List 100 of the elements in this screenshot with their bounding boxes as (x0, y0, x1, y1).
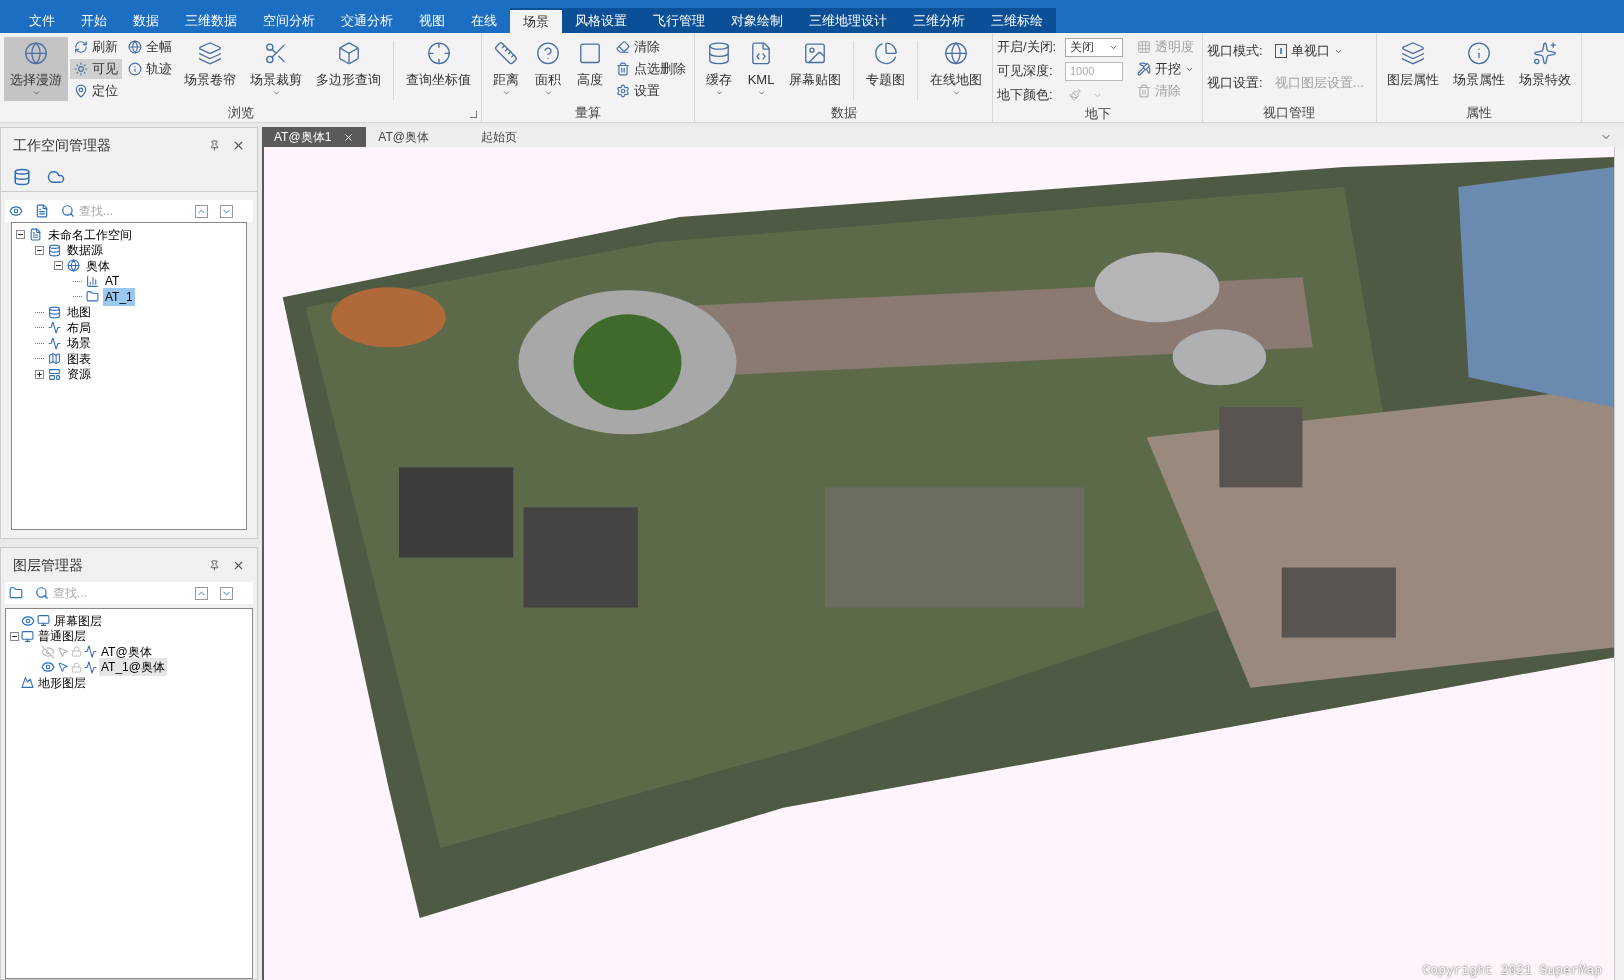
ribbon-small-button[interactable]: 刷新 (70, 37, 122, 57)
ribbon-button[interactable]: 距离 (486, 37, 526, 101)
layer-item[interactable]: 屏幕图层 (52, 611, 104, 630)
ribbon-button[interactable]: 选择漫游 (4, 37, 68, 101)
menu-tab[interactable]: 在线 (458, 8, 510, 33)
expander-icon[interactable] (35, 245, 44, 255)
ribbon-button[interactable]: 面积 (528, 37, 568, 101)
ribbon-button[interactable]: 多边形查询 (310, 37, 387, 101)
workspace-tab-icon[interactable] (13, 167, 31, 186)
add-folder-icon[interactable] (9, 586, 23, 600)
layer-item[interactable]: 普通图层 (36, 627, 88, 646)
move-up-button[interactable] (195, 586, 208, 600)
ribbon-button[interactable]: KML (741, 37, 781, 101)
ribbon-button[interactable]: 场景裁剪 (244, 37, 308, 101)
ribbon-button[interactable]: 专题图 (860, 37, 911, 101)
move-up-button[interactable] (195, 204, 208, 218)
eye-icon[interactable] (41, 660, 55, 675)
expander-icon[interactable] (35, 369, 44, 379)
dialog-launcher-icon[interactable] (470, 111, 477, 118)
menu-tab[interactable]: 文件 (16, 8, 68, 33)
node-icon (48, 305, 61, 319)
ribbon-button[interactable]: 图层属性 (1380, 37, 1445, 101)
ribbon-button[interactable]: 场景属性 (1446, 37, 1511, 101)
tool-icon (74, 62, 88, 76)
layer-icon (21, 676, 34, 690)
expander-icon[interactable] (54, 261, 63, 271)
layer-item[interactable]: AT@奥体 (99, 642, 154, 661)
ribbon-button[interactable]: 查询坐标值 (400, 37, 477, 101)
move-down-button[interactable] (220, 204, 233, 218)
view-icon[interactable] (9, 204, 23, 218)
layer-icon (37, 614, 50, 628)
ribbon-small-button[interactable]: 可见 (70, 59, 122, 79)
viewport-icon (1275, 44, 1287, 58)
menu-tab[interactable]: 三维标绘 (978, 8, 1056, 33)
expander-icon[interactable] (16, 230, 25, 240)
search-icon[interactable] (61, 204, 75, 218)
node-icon (67, 259, 80, 273)
tool-icon (128, 62, 142, 76)
document-tab[interactable]: AT@奥体1 (262, 127, 367, 147)
tool-icon (616, 84, 630, 98)
tool-icon (534, 41, 562, 66)
layer-item[interactable]: 地形图层 (36, 673, 88, 692)
caret-icon (543, 89, 553, 97)
ribbon-button[interactable]: 场景特效 (1512, 37, 1577, 101)
ribbon-button[interactable]: 屏幕贴图 (783, 37, 847, 101)
eye-icon[interactable] (21, 613, 35, 628)
menu-tab[interactable]: 交通分析 (328, 8, 406, 33)
field-label: 视口设置: (1207, 74, 1264, 93)
tool-icon (1137, 84, 1151, 98)
ribbon-small-button[interactable]: 轨迹 (124, 59, 176, 79)
tool-icon (942, 41, 970, 66)
node-icon (29, 228, 42, 242)
caret-icon (714, 89, 724, 97)
ribbon-button[interactable]: 高度 (570, 37, 610, 101)
caret-icon (271, 89, 281, 97)
paint-bucket-icon (1069, 89, 1081, 101)
field-label: 可见深度: (997, 62, 1054, 81)
menu-tab[interactable]: 三维地理设计 (796, 8, 900, 33)
field-label: 地下颜色: (997, 86, 1054, 105)
menu-tab[interactable]: 空间分析 (250, 8, 328, 33)
menu-tab[interactable]: 三维数据 (172, 8, 250, 33)
open-file-icon[interactable] (35, 204, 49, 218)
menu-tab[interactable]: 三维分析 (900, 8, 978, 33)
tool-icon (74, 40, 88, 54)
menu-tab[interactable]: 对象绘制 (718, 8, 796, 33)
search-icon[interactable] (35, 586, 49, 600)
document-tab[interactable]: AT@奥体 (366, 127, 469, 147)
tool-icon (128, 40, 142, 54)
close-icon[interactable] (343, 131, 355, 143)
pointer-icon[interactable] (57, 661, 69, 674)
menu-tab[interactable]: 数据 (120, 8, 172, 33)
dropdown-field[interactable]: 关闭 (1065, 37, 1123, 57)
ribbon-small-button[interactable]: 全幅 (124, 37, 176, 57)
layer-item[interactable]: AT_1@奥体 (99, 658, 167, 677)
ribbon-button[interactable]: 场景卷帘 (178, 37, 242, 101)
dropdown-button[interactable]: 单视口 (1275, 41, 1343, 61)
group-label: 视口管理 (1263, 104, 1316, 123)
tree-item[interactable]: 资源 (65, 365, 93, 384)
copyright-text: Copyright 2021 SuperMap (1422, 961, 1602, 980)
pin-icon[interactable] (209, 559, 220, 571)
ribbon-button[interactable]: 缓存 (699, 37, 739, 101)
tree-item[interactable]: AT_1 (103, 287, 135, 306)
ribbon-small-button[interactable]: 清除 (612, 37, 690, 57)
menu-tab[interactable]: 飞行管理 (640, 8, 718, 33)
expander-icon[interactable] (10, 631, 19, 641)
move-down-button[interactable] (220, 586, 233, 600)
scrollbar[interactable] (1614, 147, 1624, 980)
menu-tab[interactable]: 视图 (406, 8, 458, 33)
menu-tab[interactable]: 开始 (68, 8, 120, 33)
ribbon-small-button[interactable]: 设置 (612, 81, 690, 101)
document-tab[interactable]: 起始页 (468, 127, 557, 147)
menu-tab[interactable]: 场景 (510, 8, 562, 33)
ribbon-small-button[interactable]: 定位 (70, 81, 122, 101)
layer-icon (84, 660, 97, 674)
ribbon-button[interactable]: 在线地图 (924, 37, 988, 101)
menu-tab[interactable]: 风格设置 (562, 8, 640, 33)
tree-item[interactable]: 未命名工作空间 (46, 225, 134, 244)
ribbon-small-button[interactable]: 点选删除 (612, 59, 690, 79)
ribbon-small-button[interactable]: 开挖 (1133, 59, 1198, 79)
pin-icon[interactable] (209, 139, 220, 151)
